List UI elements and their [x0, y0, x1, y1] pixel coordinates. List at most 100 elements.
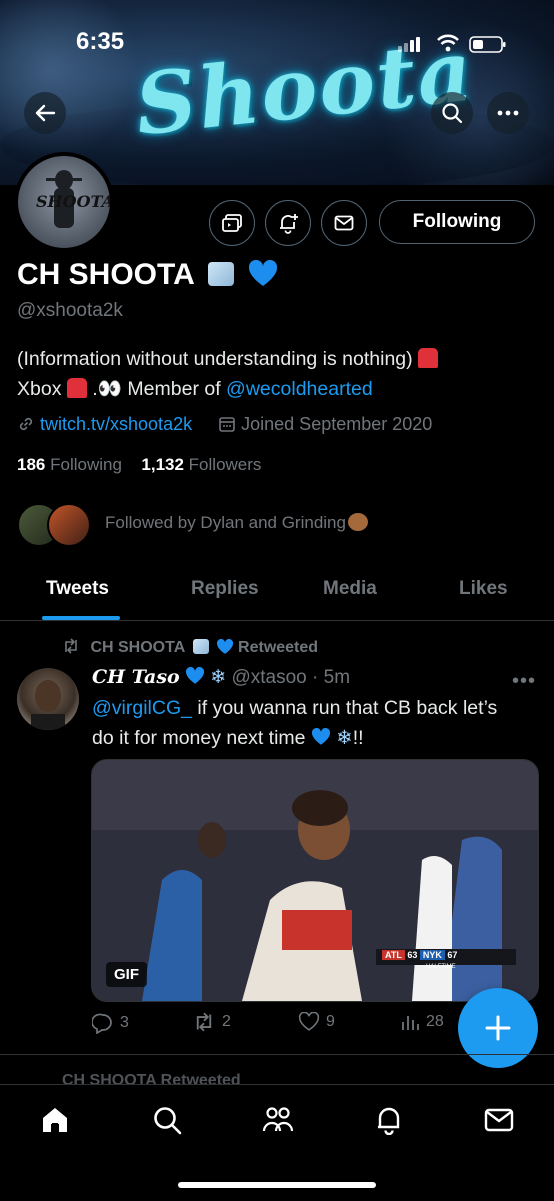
joined-date: Joined September 2020: [241, 414, 433, 434]
message-button[interactable]: [321, 200, 367, 246]
analytics-icon: [402, 1016, 419, 1030]
search-icon: [154, 1107, 182, 1135]
compose-tweet-button[interactable]: [458, 988, 538, 1068]
calendar-icon: [219, 417, 235, 432]
tab-likes[interactable]: Likes: [459, 578, 508, 600]
ice-cube-icon: [208, 262, 235, 286]
blue-heart-icon: [311, 727, 330, 745]
tab-tweets[interactable]: Tweets: [46, 578, 109, 600]
blue-heart-icon: [216, 638, 233, 654]
score-value2: 67: [447, 950, 458, 960]
avatar-text: SHOOTA: [36, 192, 114, 211]
bio-line-2-mid: Member of: [127, 378, 221, 400]
views-count: 28: [426, 1013, 444, 1030]
tweet-text: @virgilCG_ if you wanna run that CB back…: [92, 694, 542, 753]
retweet-context: CH SHOOTA Retweeted: [62, 638, 318, 657]
avatar-face: [31, 680, 65, 730]
score-value1: 63: [407, 950, 418, 960]
blue-heart-icon: [185, 666, 205, 684]
followers-label: Followers: [188, 455, 262, 474]
link-icon: [19, 417, 33, 431]
search-icon: [442, 103, 463, 124]
retweet-icon: [65, 638, 77, 654]
following-count: 186: [17, 455, 46, 474]
retweet-count: 2: [222, 1013, 231, 1030]
gif-frame: [92, 760, 538, 1001]
nav-communities[interactable]: [261, 1103, 295, 1137]
score-team1: ATL: [382, 950, 405, 960]
subscriptions-icon: [222, 214, 242, 232]
bio-mention-link[interactable]: @wecoldhearted: [226, 378, 373, 400]
snowflake-icon: ❄: [336, 726, 353, 749]
ice-cube-icon: [193, 639, 210, 654]
profile-handle: @xshoota2k: [17, 300, 123, 321]
reply-button[interactable]: 3: [92, 1012, 129, 1034]
gif-badge: GIF: [106, 962, 147, 987]
more-icon: [497, 110, 519, 116]
status-icons: [398, 34, 506, 53]
more-options-button[interactable]: [487, 92, 529, 134]
retweeted-by-name: CH SHOOTA: [90, 639, 185, 656]
profile-meta: twitch.tv/xshoota2k Joined September 202…: [17, 414, 432, 435]
nav-messages[interactable]: [482, 1103, 516, 1137]
plus-icon: [485, 1015, 511, 1041]
profile-avatar[interactable]: SHOOTA: [14, 152, 114, 252]
tweet-actions: 3 2 9 28: [92, 1012, 472, 1040]
tab-media[interactable]: Media: [323, 578, 377, 600]
tweet-author-handle: @xtasoo: [231, 667, 307, 688]
like-count: 9: [326, 1013, 335, 1030]
views-button[interactable]: 28: [400, 1012, 444, 1032]
retweet-button[interactable]: 2: [192, 1012, 231, 1032]
tweet-text-end: !!: [352, 727, 364, 749]
bio-line-2-prefix: Xbox: [17, 378, 62, 400]
profile-tabs: Tweets Replies Media Likes: [0, 568, 554, 621]
score-team2: NYK: [419, 950, 445, 960]
score-period: HALFTIME: [426, 964, 456, 970]
tweet-separator: ·: [306, 667, 324, 688]
search-button[interactable]: [431, 92, 473, 134]
active-tab-indicator: [42, 616, 120, 620]
bear-icon: [347, 513, 368, 531]
retweeted-label: Retweeted: [238, 639, 319, 656]
like-button[interactable]: 9: [298, 1012, 335, 1032]
following-label: Following: [50, 455, 122, 474]
home-indicator: [178, 1182, 376, 1188]
eyes-icon: 👀: [97, 377, 122, 400]
followers-count-link[interactable]: 1,132 Followers: [141, 455, 261, 474]
tweet-header: CH Taso ❄ @xtasoo · 5m: [92, 666, 350, 689]
bio-line-1: (Information without understanding is no…: [17, 348, 413, 370]
snowflake-icon: ❄: [210, 666, 227, 688]
siren-icon: [66, 378, 87, 398]
tweet-more-icon[interactable]: •••: [512, 670, 536, 693]
notifications-button[interactable]: [265, 200, 311, 246]
bell-icon: [378, 1107, 400, 1135]
envelope-icon: [334, 215, 354, 231]
website-link[interactable]: twitch.tv/xshoota2k: [40, 414, 192, 434]
follower-avatar-2: [47, 503, 91, 547]
reply-icon: [92, 1013, 112, 1034]
tweet-author-name[interactable]: CH Taso: [92, 666, 180, 688]
nav-notifications[interactable]: [372, 1103, 406, 1137]
back-button[interactable]: [24, 92, 66, 134]
tweet-author-avatar[interactable]: [17, 668, 79, 730]
tweet-time: 5m: [323, 667, 351, 688]
tweet-divider: [0, 1054, 554, 1055]
heart-icon: [298, 1012, 320, 1031]
bell-plus-icon: [280, 214, 298, 234]
siren-icon: [418, 348, 439, 368]
nav-home[interactable]: [38, 1103, 72, 1137]
following-button[interactable]: Following: [379, 200, 535, 244]
following-count-link[interactable]: 186 Following: [17, 455, 122, 474]
followed-by-text: Followed by Dylan and Grinding: [105, 513, 368, 533]
tab-replies[interactable]: Replies: [191, 578, 259, 600]
tweet-mention-link[interactable]: @virgilCG_: [92, 697, 192, 719]
status-bar: 6:35: [0, 28, 554, 58]
nav-search[interactable]: [150, 1103, 184, 1137]
followed-by-label: Followed by Dylan and Grinding: [105, 513, 346, 532]
subscribe-button[interactable]: [209, 200, 255, 246]
tweet-media-gif[interactable]: ATL 63 NYK 67 HALFTIME GIF: [91, 759, 539, 1002]
back-arrow-icon: [35, 104, 56, 122]
followers-count: 1,132: [141, 455, 184, 474]
profile-bio: (Information without understanding is no…: [17, 345, 537, 404]
home-icon: [43, 1108, 67, 1132]
